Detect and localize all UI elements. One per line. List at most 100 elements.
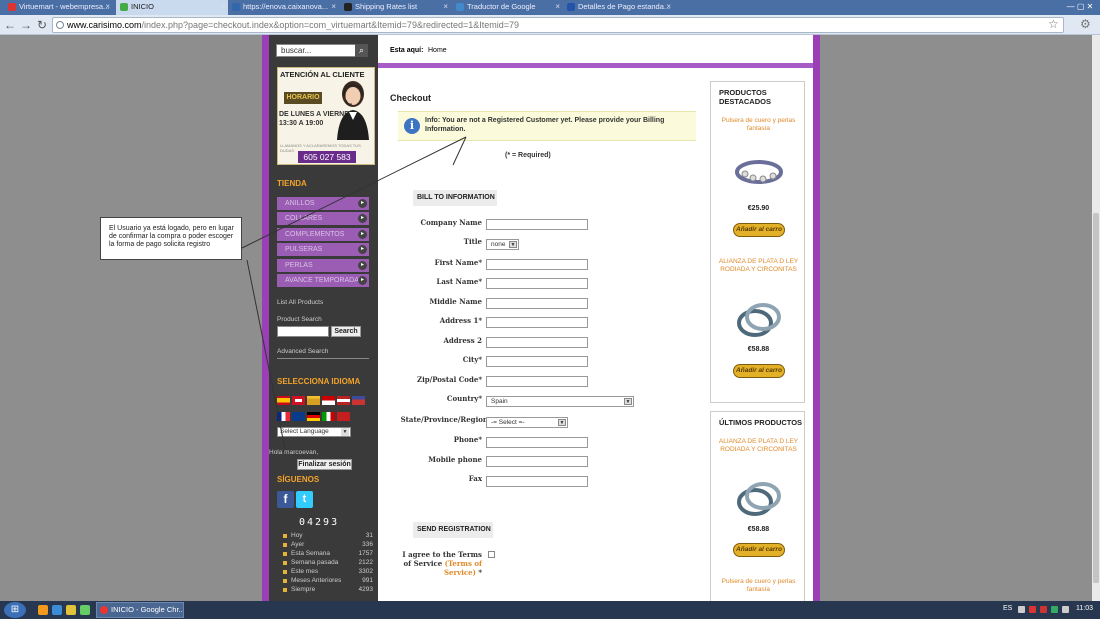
company-input[interactable] xyxy=(486,219,588,230)
address2-input[interactable] xyxy=(486,337,588,348)
terms-link[interactable]: (Terms of xyxy=(445,559,482,568)
product-name-link[interactable]: Pulsera de cuero y perlas fantasía xyxy=(711,578,806,594)
flag-greece-icon[interactable] xyxy=(292,412,305,421)
start-button[interactable]: ⊞ xyxy=(4,602,26,618)
close-tab-icon[interactable]: × xyxy=(666,0,671,14)
address1-input[interactable] xyxy=(486,317,588,328)
tab-traductor[interactable]: Traductor de Google × xyxy=(452,0,562,15)
agree-checkbox[interactable] xyxy=(488,551,495,558)
scrollbar[interactable] xyxy=(1092,35,1100,601)
product-name-link[interactable]: ALIANZA DE PLATA D LEY RODIADA Y CIRCONI… xyxy=(711,438,806,454)
taskbar-chrome-button[interactable]: INICIO - Google Chr... xyxy=(96,602,184,618)
clock[interactable]: 11:03 xyxy=(1076,605,1093,612)
flag-catalan-icon[interactable] xyxy=(307,396,320,405)
phone-input[interactable] xyxy=(486,437,588,448)
reload-icon[interactable]: ↻ xyxy=(34,17,50,33)
list-all-products-link[interactable]: List All Products xyxy=(277,299,323,306)
flag-flag11-icon[interactable] xyxy=(337,412,350,421)
category-avance-temporada[interactable]: AVANCE TEMPORADA ▸ xyxy=(277,274,369,287)
add-to-cart-button[interactable]: Añadir al carro xyxy=(733,364,785,378)
add-to-cart-button[interactable]: Añadir al carro xyxy=(733,223,785,237)
flag-flag4-icon[interactable] xyxy=(322,396,335,405)
forward-icon[interactable]: → xyxy=(18,17,34,33)
close-tab-icon[interactable]: × xyxy=(221,0,226,14)
close-tab-icon[interactable]: × xyxy=(555,0,560,14)
close-tab-icon[interactable]: × xyxy=(443,0,448,14)
tab-shipping[interactable]: Shipping Rates list × xyxy=(340,0,450,15)
scrollbar-thumb[interactable] xyxy=(1093,213,1099,583)
product-price: €25.90 xyxy=(747,205,770,212)
add-to-cart-button[interactable]: Añadir al carro xyxy=(733,543,785,557)
title-select[interactable]: none ▼ xyxy=(486,239,519,250)
breadcrumb-home-link[interactable]: Home xyxy=(428,47,447,54)
middle-name-input[interactable] xyxy=(486,298,588,309)
taskbar-app-icon[interactable] xyxy=(38,605,48,615)
fax-label: Fax xyxy=(468,474,482,483)
bookmark-star-icon[interactable]: ☆ xyxy=(1048,17,1059,31)
flag-uk-icon[interactable] xyxy=(292,396,305,405)
product-name-link[interactable]: Pulsera de cuero y perlas fantasía xyxy=(711,117,806,133)
terms-link-2[interactable]: Service) xyxy=(444,568,476,577)
flag-spain-icon[interactable] xyxy=(277,396,290,405)
flag-france-icon[interactable] xyxy=(277,412,290,421)
country-label: Country* xyxy=(446,394,482,403)
advanced-search-link[interactable]: Advanced Search xyxy=(277,348,328,355)
category-perlas[interactable]: PERLAS ▸ xyxy=(277,259,369,272)
tray-icon[interactable] xyxy=(1062,606,1069,613)
product-search-input[interactable] xyxy=(277,326,329,337)
state-select[interactable]: -= Select =- ▼ xyxy=(486,417,568,428)
logout-button[interactable]: Finalizar sesión xyxy=(297,459,352,470)
category-collares[interactable]: COLLARES ▸ xyxy=(277,212,369,225)
search-input[interactable]: buscar... xyxy=(276,44,356,57)
category-complementos[interactable]: COMPLEMENTOS ▸ xyxy=(277,228,369,241)
flag-italy-icon[interactable] xyxy=(322,412,335,421)
ring-image[interactable] xyxy=(733,474,785,522)
first-name-input[interactable] xyxy=(486,259,588,270)
product-name-link[interactable]: ALIANZA DE PLATA D LEY RODIADA Y CIRCONI… xyxy=(711,258,806,274)
language-indicator[interactable]: ES xyxy=(1003,605,1012,612)
zip-input[interactable] xyxy=(486,376,588,387)
tray-icon[interactable] xyxy=(1018,606,1025,613)
tray-icon[interactable] xyxy=(1040,606,1047,613)
wrench-icon[interactable]: ⚙ xyxy=(1080,17,1091,31)
favicon-icon xyxy=(120,3,128,11)
country-select[interactable]: Spain ▼ xyxy=(486,396,634,407)
url-field[interactable]: www.carisimo.com/index.php?page=checkout… xyxy=(52,17,1064,33)
tab-caixanova[interactable]: https://enova.caixanova... × xyxy=(228,0,338,15)
address1-label: Address 1* xyxy=(439,316,482,325)
bracelet-image[interactable] xyxy=(733,152,785,192)
category-anillos[interactable]: ANILLOS ▸ xyxy=(277,197,369,210)
category-pulseras[interactable]: PULSERAS ▸ xyxy=(277,243,369,256)
tab-virtuemart[interactable]: Virtuemart - webempresa... × xyxy=(4,0,112,15)
tab-detalles-pago[interactable]: Detalles de Pago estanda... × xyxy=(563,0,673,15)
close-tab-icon[interactable]: × xyxy=(105,0,110,14)
bullet-icon xyxy=(283,552,287,556)
tab-inicio[interactable]: INICIO × xyxy=(116,0,228,15)
taskbar-app-icon[interactable] xyxy=(66,605,76,615)
search-button[interactable]: ⌕ xyxy=(355,44,368,57)
last-name-input[interactable] xyxy=(486,278,588,289)
taskbar-app-icon[interactable] xyxy=(80,605,90,615)
tray-icon[interactable] xyxy=(1051,606,1058,613)
mobile-input[interactable] xyxy=(486,456,588,467)
flag-germany-icon[interactable] xyxy=(307,412,320,421)
bullet-icon xyxy=(283,570,287,574)
flag-flag5-icon[interactable] xyxy=(337,396,350,405)
language-select[interactable]: Select Language ▼ xyxy=(277,427,351,437)
flag-usa-icon[interactable] xyxy=(352,396,365,405)
taskbar-app-icon[interactable] xyxy=(52,605,62,615)
city-label: City* xyxy=(462,355,482,364)
close-tab-icon[interactable]: × xyxy=(331,0,336,14)
back-icon[interactable]: ← xyxy=(2,17,18,33)
last-name-label: Last Name* xyxy=(436,277,482,286)
tray-icon[interactable] xyxy=(1029,606,1036,613)
product-search-button[interactable]: Search xyxy=(331,326,361,337)
twitter-icon[interactable]: t xyxy=(296,491,313,508)
zip-label: Zip/Postal Code* xyxy=(416,375,482,384)
facebook-icon[interactable]: f xyxy=(277,491,294,508)
ring-image[interactable] xyxy=(733,295,785,343)
state-label: State/Province/Region xyxy=(400,415,488,424)
window-controls[interactable]: — ▢ ✕ xyxy=(1060,0,1100,15)
fax-input[interactable] xyxy=(486,476,588,487)
city-input[interactable] xyxy=(486,356,588,367)
